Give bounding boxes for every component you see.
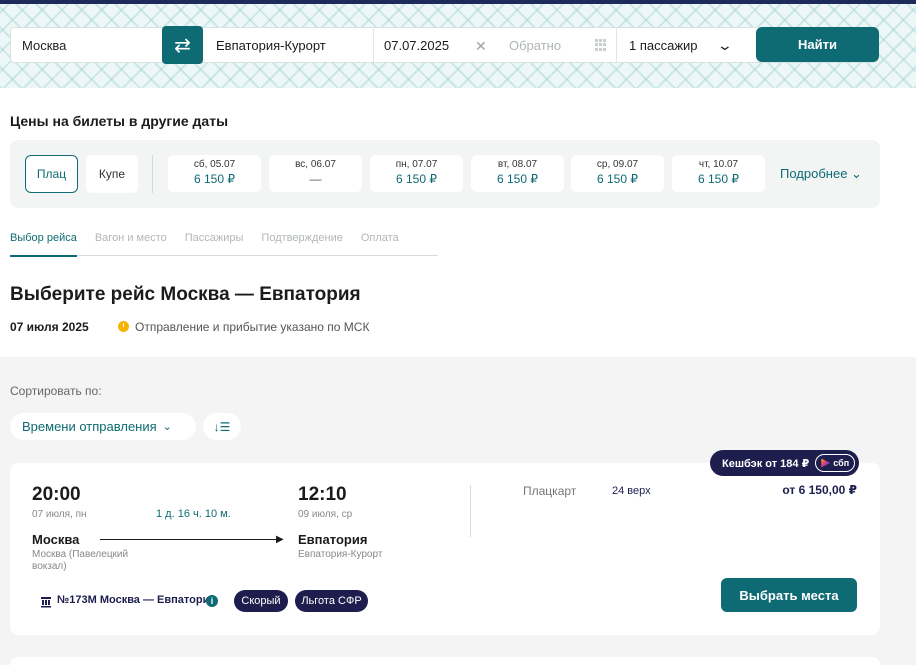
chevron-down-icon[interactable]: ⌄: [717, 37, 733, 54]
date-card[interactable]: пн, 07.07 6 150 ₽: [370, 155, 463, 192]
chevron-down-icon: ⌄: [851, 166, 862, 181]
trip-card-next: [10, 657, 880, 665]
select-seats-button[interactable]: Выбрать места: [721, 578, 857, 612]
date-card[interactable]: чт, 10.07 6 150 ₽: [672, 155, 765, 192]
divider: [470, 485, 471, 537]
arrival-station: Евпатория-Курорт: [298, 549, 383, 560]
train-number: №173М Москва — Евпатория: [57, 594, 216, 606]
sort-order-icon: ↓☰: [213, 419, 231, 434]
to-field[interactable]: Евпатория-Курорт: [216, 28, 374, 62]
page-title: Выберите рейс Москва — Евпатория: [10, 284, 361, 305]
clock-icon: [118, 321, 129, 332]
calendar-icon[interactable]: [595, 39, 607, 51]
class-plac-button[interactable]: Плац: [25, 155, 78, 193]
more-dates-link[interactable]: Подробнее ⌄: [780, 166, 862, 182]
route-line: [100, 539, 282, 540]
booking-steps: Выбор рейса Вагон и место Пассажиры Подт…: [10, 232, 438, 257]
departure-time: 20:00: [32, 484, 81, 505]
date-prices-panel: Плац Купе сб, 05.07 6 150 ₽ вс, 06.07— пн…: [10, 140, 880, 208]
train-type-badge: Скорый: [234, 590, 288, 612]
find-button[interactable]: Найти: [756, 27, 879, 62]
trip-duration: 1 д. 16 ч. 10 м.: [156, 508, 231, 520]
benefit-badge: Льгота СФР: [295, 590, 368, 612]
step-select-trip[interactable]: Выбор рейса: [10, 232, 77, 257]
step-payment: Оплата: [360, 232, 399, 244]
seat-count: 24 верх: [612, 485, 651, 497]
departure-station: Москва (Павелецкий вокзал): [32, 549, 129, 572]
chevron-down-icon: ⌄: [162, 421, 172, 433]
sort-select[interactable]: Времени отправления ⌄: [10, 413, 196, 440]
trip-price: от 6 150,00 ₽: [782, 483, 857, 497]
trip-card: 20:00 07 июля, пн 1 д. 16 ч. 10 м. 12:10…: [10, 463, 880, 635]
step-confirmation: Подтверждение: [261, 232, 343, 244]
date-card[interactable]: вс, 06.07—: [269, 155, 362, 192]
step-passengers: Пассажиры: [184, 232, 244, 244]
arrow-right-icon: ▶: [276, 534, 284, 545]
info-icon[interactable]: i: [206, 595, 218, 607]
search-form: Москва ⇄ Евпатория-Курорт 07.07.2025 ✕ О…: [10, 26, 879, 64]
date-card[interactable]: ср, 09.07 6 150 ₽: [571, 155, 664, 192]
sbp-logo: сбп: [815, 454, 856, 472]
swap-button[interactable]: ⇄: [162, 26, 203, 64]
trip-date: 07 июля 2025: [10, 320, 89, 334]
class-kupe-button[interactable]: Купе: [86, 155, 138, 193]
sort-label: Сортировать по:: [10, 384, 102, 398]
sort-order-button[interactable]: ↓☰: [203, 413, 241, 440]
arrival-time: 12:10: [298, 484, 347, 505]
sbp-icon: [821, 458, 831, 468]
departure-date: 07 июля, пн: [32, 509, 87, 520]
timezone-note: Отправление и прибытие указано по МСК: [135, 320, 370, 334]
car-class: Плацкарт: [523, 484, 577, 498]
step-car-seat: Вагон и место: [94, 232, 167, 244]
divider: [152, 155, 153, 193]
departure-city: Москва: [32, 532, 80, 547]
swap-arrows-icon: ⇄: [174, 34, 191, 57]
arrival-city: Евпатория: [298, 532, 368, 547]
date-card[interactable]: вт, 08.07 6 150 ₽: [471, 155, 564, 192]
date-card[interactable]: сб, 05.07 6 150 ₽: [168, 155, 261, 192]
arrival-date: 09 июля, ср: [298, 509, 353, 520]
clear-date-icon[interactable]: ✕: [475, 38, 487, 55]
from-field[interactable]: Москва: [11, 28, 161, 62]
prices-heading: Цены на билеты в другие даты: [10, 113, 229, 129]
train-icon: [41, 597, 51, 608]
cashback-badge: Кешбэк от 184 ₽ сбп: [710, 450, 859, 476]
